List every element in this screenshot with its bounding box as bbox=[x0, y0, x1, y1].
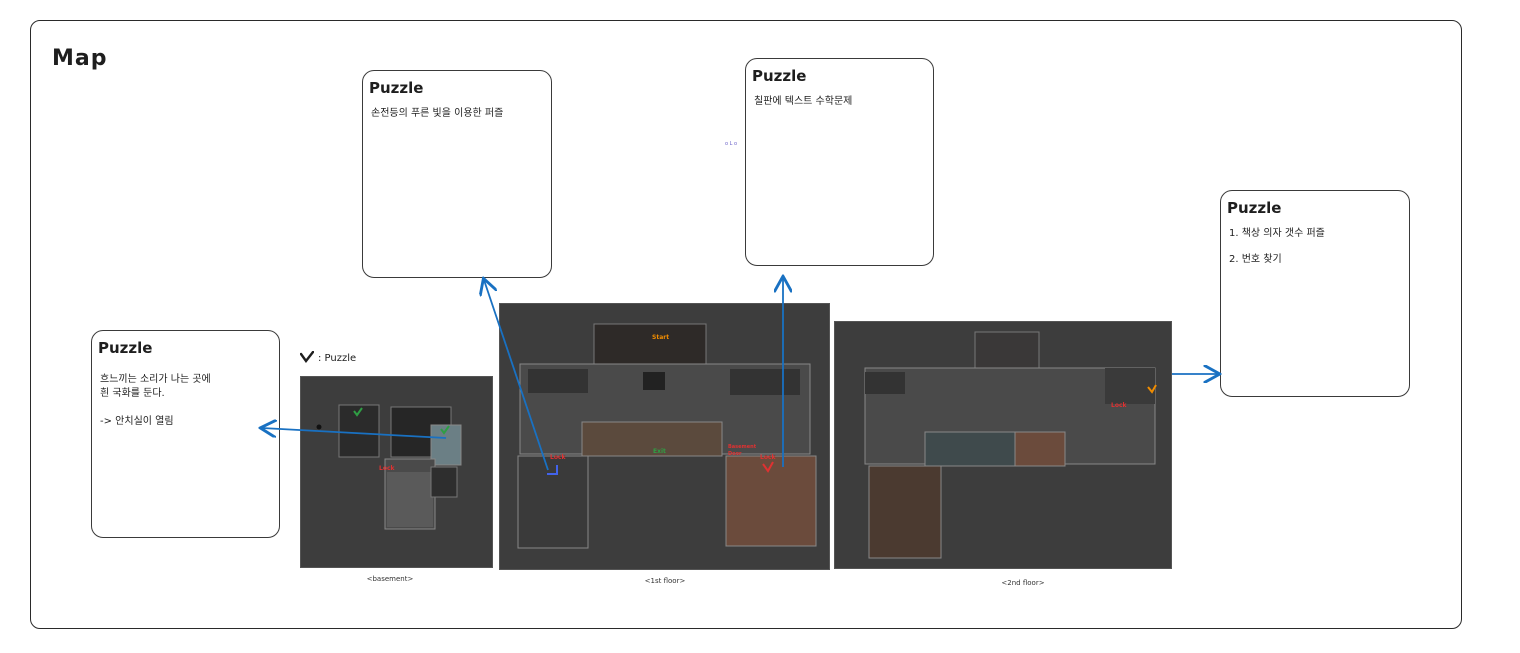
arrow-first-floor-lock bbox=[484, 280, 549, 471]
arrow-basement bbox=[262, 428, 447, 439]
connector-arrows bbox=[0, 0, 1520, 471]
